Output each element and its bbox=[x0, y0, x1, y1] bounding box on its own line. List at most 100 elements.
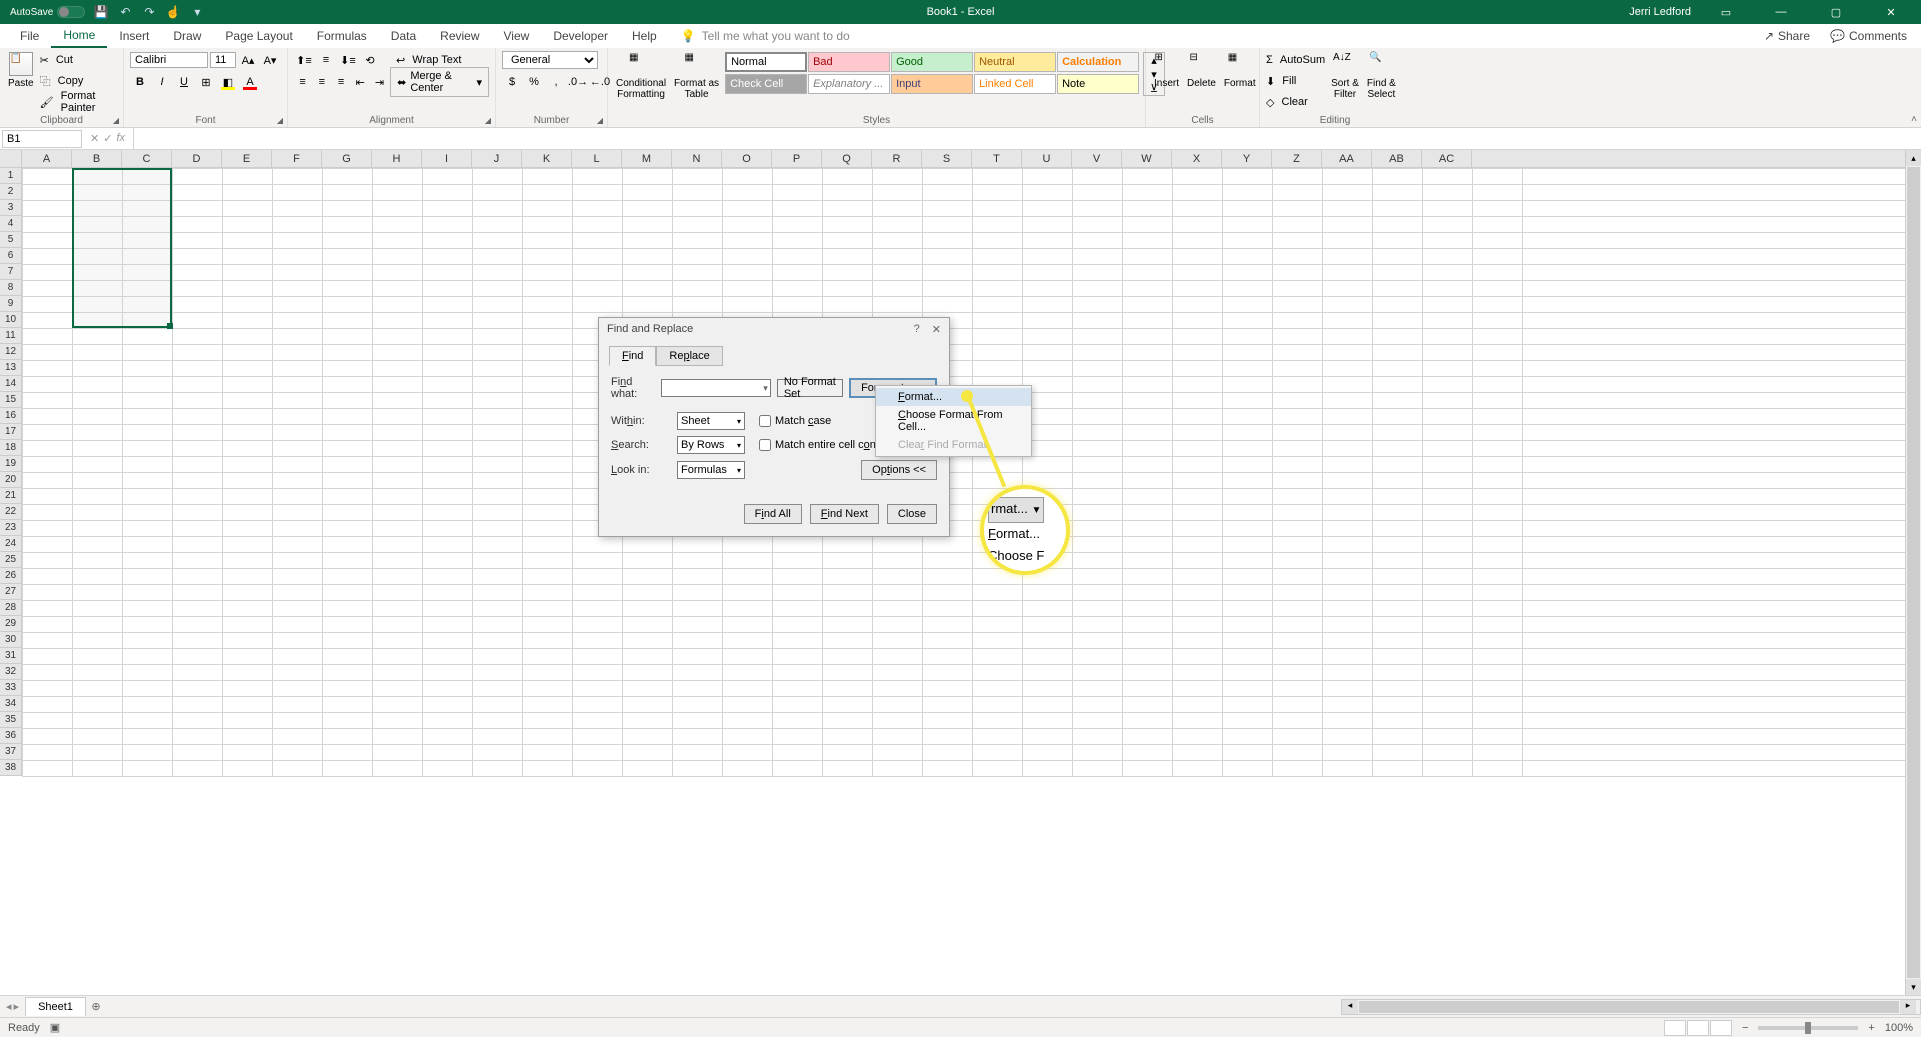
collapse-ribbon-icon[interactable]: ˄ bbox=[1911, 114, 1917, 125]
column-header[interactable]: L bbox=[572, 150, 622, 167]
normal-view-icon[interactable] bbox=[1664, 1020, 1686, 1036]
tab-view[interactable]: View bbox=[492, 25, 542, 47]
match-case-checkbox[interactable]: Match case bbox=[759, 415, 831, 427]
border-button[interactable]: ⊞ bbox=[196, 72, 216, 92]
row-header[interactable]: 4 bbox=[0, 216, 22, 232]
tab-help[interactable]: Help bbox=[620, 25, 669, 47]
fill-button[interactable]: ⬇ Fill bbox=[1266, 71, 1325, 91]
row-header[interactable]: 29 bbox=[0, 616, 22, 632]
sheet-next-icon[interactable]: ▸ bbox=[14, 1000, 20, 1013]
style-normal[interactable]: Normal bbox=[725, 52, 807, 72]
name-box[interactable]: B1 bbox=[2, 130, 82, 148]
row-header[interactable]: 33 bbox=[0, 680, 22, 696]
autosum-button[interactable]: Σ AutoSum bbox=[1266, 50, 1325, 70]
paste-button[interactable]: 📋 Paste bbox=[6, 50, 36, 91]
row-header[interactable]: 11 bbox=[0, 328, 22, 344]
row-header[interactable]: 8 bbox=[0, 280, 22, 296]
font-name-input[interactable] bbox=[130, 52, 208, 68]
column-header[interactable]: Y bbox=[1222, 150, 1272, 167]
style-linked-cell[interactable]: Linked Cell bbox=[974, 74, 1056, 94]
column-header[interactable]: O bbox=[722, 150, 772, 167]
cancel-formula-icon[interactable]: ✕ bbox=[90, 132, 99, 145]
number-format-select[interactable]: General bbox=[502, 51, 598, 69]
scroll-down-icon[interactable]: ▾ bbox=[1906, 979, 1921, 995]
row-header[interactable]: 38 bbox=[0, 760, 22, 776]
merge-center-button[interactable]: ⬌Merge & Center▾ bbox=[390, 67, 489, 97]
row-header[interactable]: 28 bbox=[0, 600, 22, 616]
minimize-icon[interactable]: — bbox=[1761, 0, 1801, 24]
align-bottom-icon[interactable]: ⬇≡ bbox=[338, 50, 358, 70]
zoom-in-icon[interactable]: + bbox=[1868, 1022, 1874, 1034]
insert-cells-button[interactable]: ⊞Insert bbox=[1152, 50, 1181, 91]
scroll-up-icon[interactable]: ▴ bbox=[1906, 150, 1921, 166]
column-header[interactable]: D bbox=[172, 150, 222, 167]
look-in-select[interactable]: Formulas▾ bbox=[677, 461, 745, 479]
close-icon[interactable]: ✕ bbox=[1871, 0, 1911, 24]
row-header[interactable]: 5 bbox=[0, 232, 22, 248]
column-header[interactable]: F bbox=[272, 150, 322, 167]
fill-handle[interactable] bbox=[167, 323, 173, 329]
row-header[interactable]: 37 bbox=[0, 744, 22, 760]
tab-review[interactable]: Review bbox=[428, 25, 491, 47]
column-header[interactable]: T bbox=[972, 150, 1022, 167]
find-next-button[interactable]: Find Next bbox=[810, 504, 879, 524]
column-header[interactable]: G bbox=[322, 150, 372, 167]
autosave-toggle[interactable]: AutoSave bbox=[10, 6, 85, 18]
row-header[interactable]: 32 bbox=[0, 664, 22, 680]
scroll-right-icon[interactable]: ▸ bbox=[1900, 1000, 1916, 1014]
hscroll-thumb[interactable] bbox=[1359, 1001, 1899, 1013]
row-header[interactable]: 9 bbox=[0, 296, 22, 312]
decrease-indent-icon[interactable]: ⇤ bbox=[352, 72, 369, 92]
accounting-icon[interactable]: $ bbox=[502, 72, 522, 92]
style-bad[interactable]: Bad bbox=[808, 52, 890, 72]
row-header[interactable]: 20 bbox=[0, 472, 22, 488]
row-header[interactable]: 17 bbox=[0, 424, 22, 440]
scroll-left-icon[interactable]: ◂ bbox=[1342, 1000, 1358, 1014]
column-header[interactable]: A bbox=[22, 150, 72, 167]
sort-filter-button[interactable]: A↓ZSort & Filter bbox=[1329, 50, 1361, 102]
find-all-button[interactable]: Find All bbox=[744, 504, 802, 524]
menu-format[interactable]: Format... bbox=[876, 388, 1031, 406]
tell-me-search[interactable]: 💡 Tell me what you want to do bbox=[681, 29, 850, 43]
style-good[interactable]: Good bbox=[891, 52, 973, 72]
find-what-input[interactable]: ▾ bbox=[661, 379, 771, 397]
row-header[interactable]: 36 bbox=[0, 728, 22, 744]
zoom-out-icon[interactable]: − bbox=[1742, 1022, 1748, 1034]
find-select-button[interactable]: 🔍Find & Select bbox=[1365, 50, 1398, 102]
row-header[interactable]: 19 bbox=[0, 456, 22, 472]
column-header[interactable]: I bbox=[422, 150, 472, 167]
row-header[interactable]: 10 bbox=[0, 312, 22, 328]
row-header[interactable]: 12 bbox=[0, 344, 22, 360]
menu-choose-format[interactable]: Choose Format From Cell... bbox=[876, 406, 1031, 436]
row-header[interactable]: 23 bbox=[0, 520, 22, 536]
share-button[interactable]: ↗ Share bbox=[1758, 27, 1816, 45]
decrease-decimal-icon[interactable]: ←.0 bbox=[590, 72, 610, 92]
tab-data[interactable]: Data bbox=[379, 25, 428, 47]
horizontal-scrollbar[interactable]: ◂ ▸ bbox=[1341, 999, 1921, 1015]
align-left-icon[interactable]: ≡ bbox=[294, 72, 311, 92]
column-header[interactable]: AB bbox=[1372, 150, 1422, 167]
increase-decimal-icon[interactable]: .0→ bbox=[568, 72, 588, 92]
tab-page-layout[interactable]: Page Layout bbox=[213, 25, 304, 47]
vscroll-thumb[interactable] bbox=[1907, 167, 1920, 978]
row-header[interactable]: 16 bbox=[0, 408, 22, 424]
copy-button[interactable]: ⿻ Copy bbox=[40, 71, 117, 91]
column-header[interactable]: C bbox=[122, 150, 172, 167]
page-layout-view-icon[interactable] bbox=[1687, 1020, 1709, 1036]
number-launcher-icon[interactable]: ◢ bbox=[597, 116, 603, 125]
tab-insert[interactable]: Insert bbox=[107, 25, 161, 47]
column-header[interactable]: E bbox=[222, 150, 272, 167]
style-check-cell[interactable]: Check Cell bbox=[725, 74, 807, 94]
row-header[interactable]: 18 bbox=[0, 440, 22, 456]
redo-icon[interactable]: ↷ bbox=[141, 4, 157, 20]
row-header[interactable]: 27 bbox=[0, 584, 22, 600]
row-header[interactable]: 30 bbox=[0, 632, 22, 648]
align-right-icon[interactable]: ≡ bbox=[332, 72, 349, 92]
dialog-tab-replace[interactable]: Replace bbox=[656, 346, 722, 366]
column-header[interactable]: AC bbox=[1422, 150, 1472, 167]
dialog-close-icon[interactable]: ✕ bbox=[932, 323, 941, 336]
underline-button[interactable]: U bbox=[174, 72, 194, 92]
ribbon-display-icon[interactable]: ▭ bbox=[1706, 0, 1746, 24]
tab-formulas[interactable]: Formulas bbox=[305, 25, 379, 47]
touch-mode-icon[interactable]: ☝ bbox=[165, 4, 181, 20]
